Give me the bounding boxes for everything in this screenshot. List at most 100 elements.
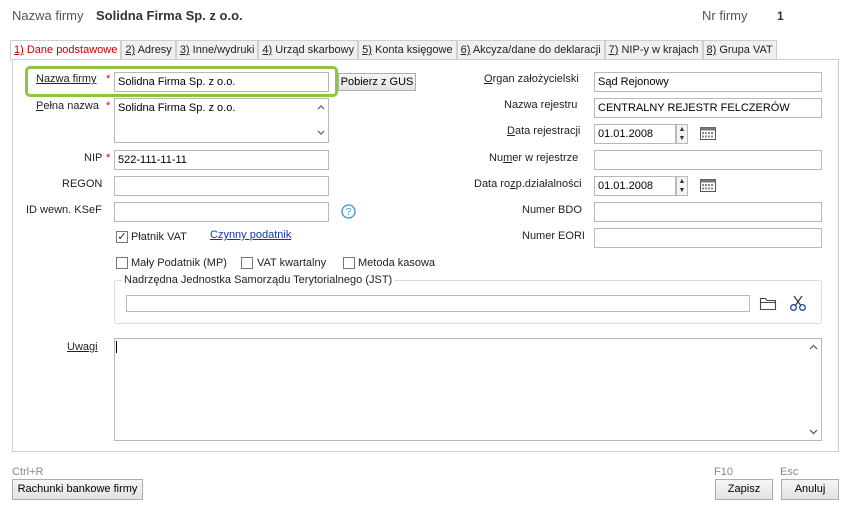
tab-bar: 1) Dane podstawowe 2) Adresy 3) Inne/wyd… bbox=[10, 40, 777, 61]
scroll-up-icon bbox=[317, 105, 325, 110]
tab-label: Grupa VAT bbox=[716, 44, 773, 56]
data-rejestracji-label: Data rejestracji bbox=[507, 125, 581, 137]
nip-input[interactable]: 522-111-11-11 bbox=[114, 150, 329, 170]
tab-label: Akcyza/dane do deklaracji bbox=[470, 44, 601, 56]
numer-w-rejestrze-label: Numer w rejestrze bbox=[489, 152, 579, 164]
header-nr-label: Nr firmy bbox=[702, 8, 748, 23]
pobierz-z-gus-button[interactable]: Pobierz z GUS bbox=[338, 73, 416, 91]
ksef-input[interactable] bbox=[114, 202, 329, 222]
tab-inne-wydruki[interactable]: 3) Inne/wydruki bbox=[175, 40, 259, 60]
folder-icon[interactable] bbox=[759, 295, 777, 311]
pelna-nazwa-scrollbar[interactable] bbox=[314, 99, 328, 142]
spin-up-icon[interactable]: ▲ bbox=[677, 177, 687, 186]
nip-label: NIP bbox=[84, 152, 103, 164]
help-icon-svg: ? bbox=[341, 204, 356, 219]
uwagi-scrollbar[interactable] bbox=[806, 339, 821, 440]
required-star: * bbox=[106, 100, 111, 112]
data-rozpoczecia-spinner[interactable]: ▲ ▼ bbox=[676, 176, 688, 196]
spin-down-icon[interactable]: ▼ bbox=[677, 134, 687, 143]
metoda-kasowa-checkbox[interactable] bbox=[343, 257, 355, 269]
vat-kwartalny-checkbox[interactable] bbox=[241, 257, 253, 269]
ksef-label: ID wewn. KSeF bbox=[26, 204, 102, 216]
numer-eori-input[interactable] bbox=[594, 228, 822, 248]
esc-hint: Esc bbox=[780, 466, 799, 478]
text-cursor bbox=[116, 341, 117, 353]
scrollbar-arrows bbox=[317, 105, 325, 135]
jst-input[interactable] bbox=[126, 295, 750, 312]
help-icon[interactable]: ? bbox=[341, 204, 356, 219]
numer-bdo-label: Numer BDO bbox=[522, 204, 582, 216]
spin-up-icon[interactable]: ▲ bbox=[677, 125, 687, 134]
tab-grupa-vat[interactable]: 8) Grupa VAT bbox=[702, 40, 777, 60]
nazwa-rejestru-input[interactable]: CENTRALNY REJESTR FELCZERÓW bbox=[594, 98, 822, 118]
organ-label: Organ założycielski bbox=[484, 73, 579, 85]
pelna-nazwa-textarea[interactable]: Solidna Firma Sp. z o.o. bbox=[114, 98, 329, 143]
tab-key: 7) bbox=[608, 44, 619, 56]
tab-adresy[interactable]: 2) Adresy bbox=[121, 40, 176, 60]
svg-text:?: ? bbox=[346, 207, 352, 218]
header-name-value: Solidna Firma Sp. z o.o. bbox=[96, 8, 243, 23]
tab-dane-podstawowe[interactable]: 1) Dane podstawowe bbox=[10, 40, 122, 61]
platnik-vat-checkbox[interactable]: ✓ bbox=[116, 231, 128, 243]
jst-legend: Nadrzędna Jednostka Samorządu Terytorial… bbox=[122, 274, 395, 286]
header-name-label: Nazwa firmy bbox=[12, 8, 84, 23]
folder-icon-svg bbox=[759, 297, 777, 311]
scroll-down-icon bbox=[317, 130, 325, 135]
data-rejestracji-spinner[interactable]: ▲ ▼ bbox=[676, 124, 688, 144]
numer-w-rejestrze-input[interactable] bbox=[594, 150, 822, 170]
spin-down-icon[interactable]: ▼ bbox=[677, 186, 687, 195]
tab-label: Dane podstawowe bbox=[23, 44, 118, 56]
maly-podatnik-checkbox[interactable] bbox=[116, 257, 128, 269]
scrollbar-arrows bbox=[809, 344, 818, 435]
calendar-icon-svg bbox=[700, 127, 716, 140]
regon-input[interactable] bbox=[114, 176, 329, 196]
calendar-icon[interactable] bbox=[699, 177, 717, 193]
calendar-icon[interactable] bbox=[699, 125, 717, 141]
ctrl-r-hint: Ctrl+R bbox=[12, 466, 44, 478]
vat-kwartalny-label: VAT kwartalny bbox=[257, 257, 327, 269]
checkmark-icon: ✓ bbox=[117, 231, 127, 243]
scissors-icon-svg bbox=[790, 295, 806, 311]
tab-key: 8) bbox=[706, 44, 717, 56]
tab-label: Adresy bbox=[135, 44, 172, 56]
scissors-icon[interactable] bbox=[789, 294, 807, 312]
uwagi-textarea[interactable] bbox=[114, 338, 822, 441]
tab-key: 4) bbox=[262, 44, 273, 56]
nazwa-firmy-input[interactable]: Solidna Firma Sp. z o.o. bbox=[114, 72, 329, 92]
nazwa-firmy-label: Nazwa firmy bbox=[36, 73, 97, 85]
tab-key: 5) bbox=[362, 44, 372, 56]
data-rozpoczecia-input[interactable]: 01.01.2008 bbox=[594, 176, 676, 196]
uwagi-label: Uwagi bbox=[67, 341, 98, 353]
tab-akcyza[interactable]: 6) Akcyza/dane do deklaracji bbox=[456, 40, 605, 60]
header-nr-value: 1 bbox=[777, 9, 784, 23]
zapisz-button[interactable]: Zapisz bbox=[715, 479, 773, 500]
calendar-icon-svg bbox=[700, 179, 716, 192]
organ-input[interactable]: Sąd Rejonowy bbox=[594, 72, 822, 92]
rachunki-bankowe-button[interactable]: Rachunki bankowe firmy bbox=[12, 479, 143, 500]
data-rejestracji-input[interactable]: 01.01.2008 bbox=[594, 124, 676, 144]
tab-urzad-skarbowy[interactable]: 4) Urząd skarbowy bbox=[258, 40, 359, 60]
tab-key: 3) bbox=[179, 44, 190, 56]
czynny-podatnik-link[interactable]: Czynny podatnik bbox=[210, 229, 291, 241]
tab-konta-ksiegowe[interactable]: 5) Konta księgowe bbox=[358, 40, 457, 60]
tab-nip-y-w-krajach[interactable]: 7) NIP-y w krajach bbox=[604, 40, 703, 60]
tab-label: NIP-y w krajach bbox=[618, 44, 699, 56]
tab-key: 1) bbox=[14, 44, 24, 56]
tab-label: Konta księgowe bbox=[371, 44, 453, 56]
f10-hint: F10 bbox=[714, 466, 733, 478]
scroll-up-icon bbox=[809, 344, 818, 350]
scroll-down-icon bbox=[809, 429, 818, 435]
tab-label: Inne/wydruki bbox=[189, 44, 255, 56]
pelna-nazwa-label: Pełna nazwa bbox=[36, 100, 99, 112]
data-rozpoczecia-label: Data rozp.działalności bbox=[474, 178, 582, 190]
metoda-kasowa-label: Metoda kasowa bbox=[358, 257, 436, 269]
required-star: * bbox=[106, 73, 111, 85]
required-star: * bbox=[106, 152, 111, 164]
anuluj-button[interactable]: Anuluj bbox=[781, 479, 839, 500]
tab-key: 6) bbox=[460, 44, 471, 56]
tab-key: 2) bbox=[125, 44, 136, 56]
tab-label: Urząd skarbowy bbox=[272, 44, 355, 56]
platnik-vat-label: Płatnik VAT bbox=[131, 231, 187, 243]
nazwa-rejestru-label: Nazwa rejestru bbox=[504, 99, 578, 111]
numer-bdo-input[interactable] bbox=[594, 202, 822, 222]
